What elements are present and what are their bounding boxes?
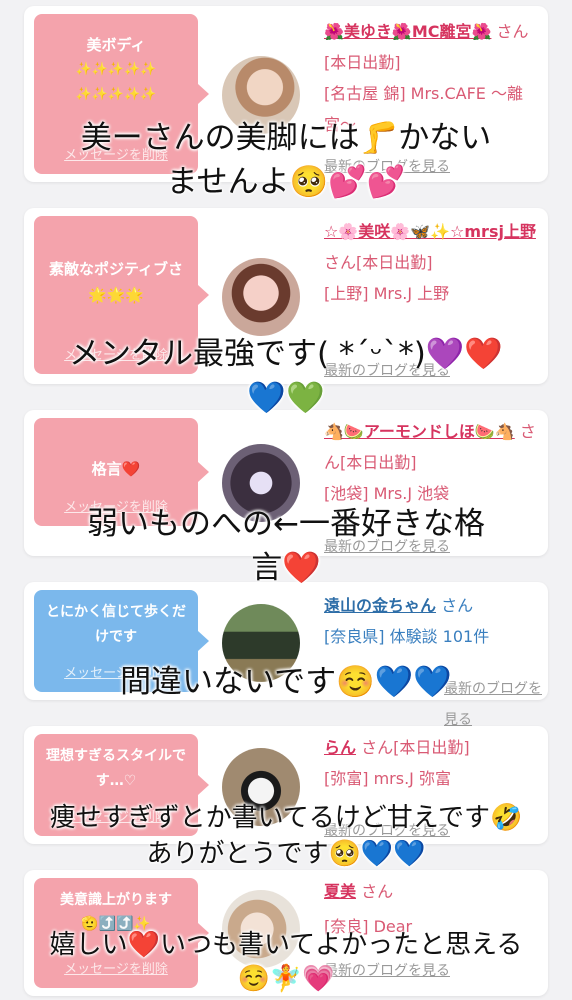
bubble-emoji: ✨✨✨✨✨ ✨✨✨✨✨ [75, 62, 157, 102]
shop-name: [奈良県] 体験談 101件 [324, 627, 490, 646]
message-bubble: 美ボディ ✨✨✨✨✨ ✨✨✨✨✨ メッセージを削除 [34, 14, 209, 174]
delete-message-link[interactable]: メッセージを削除 [34, 348, 198, 364]
message-card: 素敵なポジティブさ🌟🌟🌟 メッセージを削除 ☆🌸美咲🌸🦋✨☆mrsj上野 さん[… [24, 208, 548, 384]
shop-name: [弥富] mrs.J 弥富 [324, 769, 451, 788]
shop-name: [名古屋 錦] Mrs.CAFE 〜離宮〜 [324, 84, 523, 134]
profile-info: らん さん[本日出勤] [弥富] mrs.J 弥富 最新のブログを見る [324, 732, 540, 839]
bubble-text: 理想すぎるスタイルです…♡ [46, 748, 186, 790]
message-bubble: 素敵なポジティブさ🌟🌟🌟 メッセージを削除 [34, 216, 209, 374]
cast-name-link[interactable]: 🌺美ゆき🌺MC離宮🌺 [324, 22, 491, 41]
profile-info: 夏美 さん [奈良] Dear 最新のブログを見る [324, 876, 540, 979]
delete-message-link[interactable]: メッセージを削除 [34, 148, 198, 164]
honorific-status: さん[本日出勤] [361, 738, 470, 757]
shop-name: [奈良] Dear [324, 917, 413, 936]
delete-message-link[interactable]: メッセージを削除 [34, 810, 198, 826]
blog-link[interactable]: 最新のブログを見る [324, 152, 450, 183]
avatar[interactable] [222, 444, 300, 522]
avatar[interactable] [222, 890, 300, 968]
avatar[interactable] [222, 258, 300, 336]
bubble-text: 美意識上がります [60, 892, 172, 908]
bubble-text: 素敵なポジティブさ🌟🌟🌟 [48, 260, 184, 305]
cast-name-link[interactable]: 🐴🍉アーモンドしほ🍉🐴 [324, 422, 515, 441]
cast-name-link[interactable]: ☆🌸美咲🌸🦋✨☆mrsj上野 [324, 222, 536, 241]
honorific-status: さん [361, 882, 394, 901]
bubble-text: とにかく信じて歩くだけです [46, 604, 186, 646]
blog-link[interactable]: 最新のブログを見る [324, 956, 450, 987]
bubble-text: 美ボディ [86, 36, 146, 54]
avatar[interactable] [222, 604, 300, 682]
bubble-text: 格言❤️ [91, 460, 141, 478]
honorific-status: さん [441, 596, 474, 615]
avatar[interactable] [222, 56, 300, 134]
blog-link[interactable]: 最新のブログを見る [324, 532, 450, 563]
profile-info: 🐴🍉アーモンドしほ🍉🐴 さん[本日出勤] [池袋] Mrs.J 池袋 最新のブロ… [324, 416, 540, 555]
avatar[interactable] [222, 748, 300, 826]
cast-name-link[interactable]: 夏美 [324, 882, 356, 901]
profile-info: 遠山の金ちゃん さん [奈良県] 体験談 101件 最新のブログを見る [324, 590, 542, 728]
message-bubble: 格言❤️ メッセージを削除 [34, 418, 209, 526]
profile-info: ☆🌸美咲🌸🦋✨☆mrsj上野 さん[本日出勤] [上野] Mrs.J 上野 最新… [324, 216, 540, 379]
message-bubble: 美意識上がります 🫡⤴️⤴️✨ メッセージを削除 [34, 878, 209, 988]
bubble-emoji: 🫡⤴️⤴️✨ [81, 916, 151, 933]
message-card: 美ボディ ✨✨✨✨✨ ✨✨✨✨✨ メッセージを削除 🌺美ゆき🌺MC離宮🌺 さん[… [24, 6, 548, 182]
cast-name-link[interactable]: らん [324, 738, 356, 757]
message-bubble: 理想すぎるスタイルです…♡ メッセージを削除 [34, 734, 209, 836]
message-card: とにかく信じて歩くだけです メッセージを削除 遠山の金ちゃん さん [奈良県] … [24, 582, 548, 728]
shop-name: [池袋] Mrs.J 池袋 [324, 484, 450, 503]
delete-message-link[interactable]: メッセージを削除 [34, 500, 198, 516]
message-card: 理想すぎるスタイルです…♡ メッセージを削除 らん さん[本日出勤] [弥富] … [24, 726, 548, 844]
message-card: 美意識上がります 🫡⤴️⤴️✨ メッセージを削除 夏美 さん [奈良] Dear… [24, 870, 548, 996]
blog-link[interactable]: 最新のブログを見る [324, 816, 450, 847]
message-card: 格言❤️ メッセージを削除 🐴🍉アーモンドしほ🍉🐴 さん[本日出勤] [池袋] … [24, 410, 548, 556]
cast-name-link[interactable]: 遠山の金ちゃん [324, 596, 436, 615]
delete-message-link[interactable]: メッセージを削除 [34, 666, 198, 682]
honorific-status: さん[本日出勤] [324, 253, 433, 272]
message-bubble: とにかく信じて歩くだけです メッセージを削除 [34, 590, 209, 692]
profile-info: 🌺美ゆき🌺MC離宮🌺 さん[本日出勤] [名古屋 錦] Mrs.CAFE 〜離宮… [324, 16, 540, 175]
shop-name: [上野] Mrs.J 上野 [324, 284, 450, 303]
delete-message-link[interactable]: メッセージを削除 [34, 962, 198, 978]
blog-link[interactable]: 最新のブログを見る [324, 356, 450, 387]
